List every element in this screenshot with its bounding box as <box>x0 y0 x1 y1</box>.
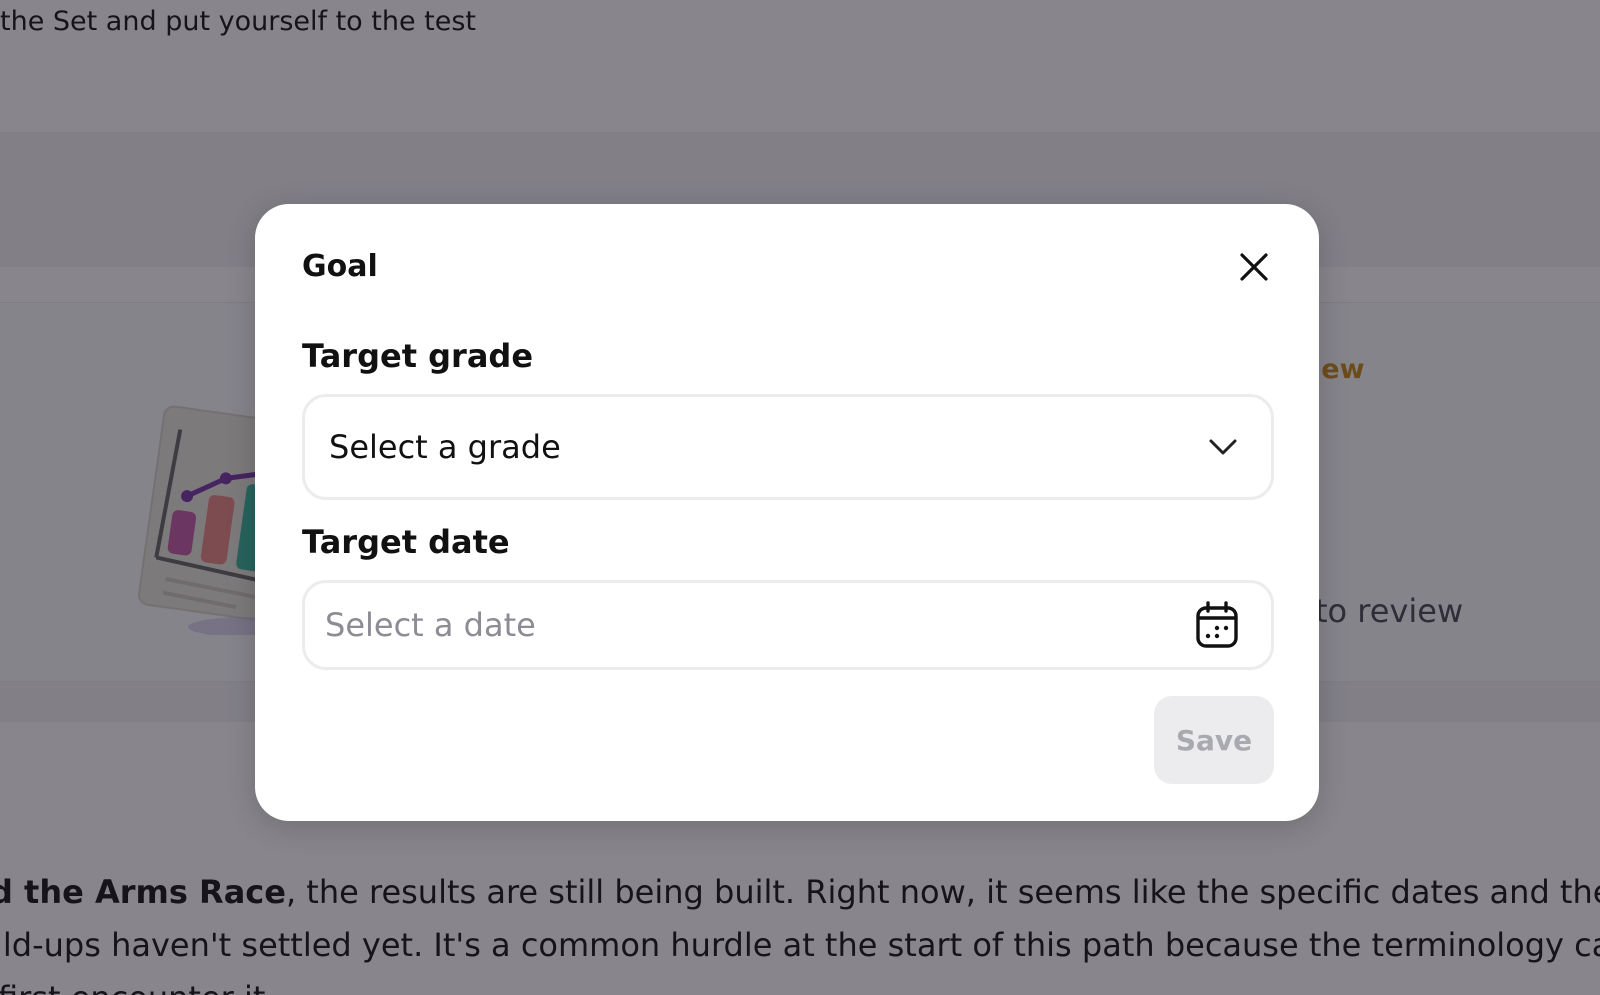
target-date-label: Target date <box>302 523 510 561</box>
target-date-input[interactable] <box>325 606 1165 644</box>
target-date-field[interactable] <box>302 580 1274 670</box>
chevron-down-icon <box>1209 439 1237 455</box>
target-grade-select[interactable]: Select a grade <box>302 394 1274 500</box>
modal-title: Goal <box>302 249 378 284</box>
close-button[interactable] <box>1233 246 1275 288</box>
target-grade-value: Select a grade <box>329 428 561 466</box>
target-grade-label: Target grade <box>302 337 534 375</box>
page: the Set and put yourself to the test iew… <box>0 0 1600 995</box>
calendar-icon[interactable] <box>1195 601 1239 649</box>
save-button[interactable]: Save <box>1154 696 1274 784</box>
goal-modal: Goal Target grade Select a grade Target … <box>255 204 1319 821</box>
close-icon <box>1240 253 1268 281</box>
